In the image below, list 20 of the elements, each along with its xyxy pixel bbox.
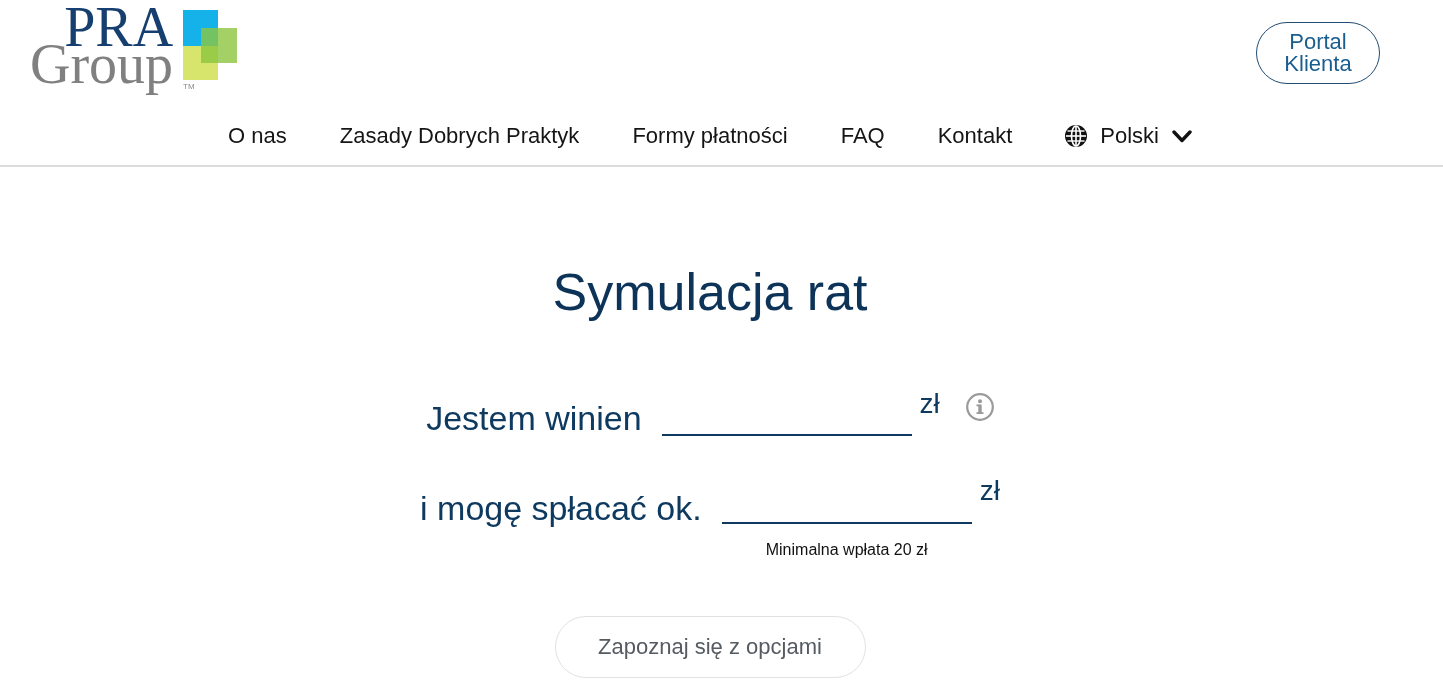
- currency-label: zł: [919, 390, 940, 418]
- field-label: Jestem winien: [426, 398, 642, 438]
- currency-label: zł: [979, 477, 1000, 505]
- logo-text: PRA: [64, 8, 174, 46]
- globe-icon: [1065, 125, 1088, 147]
- nav-link[interactable]: Kontakt: [937, 121, 1013, 151]
- language-dropdown[interactable]: Polski: [1065, 121, 1192, 151]
- nav-link[interactable]: O nas: [228, 121, 287, 151]
- field-label: i mogę spłacać ok.: [420, 488, 702, 528]
- page-title: Symulacja rat: [552, 262, 868, 323]
- portal-button[interactable]: Portal Klienta: [1256, 22, 1380, 84]
- nav-link[interactable]: Formy płatności: [632, 121, 788, 151]
- chevron-down-icon: [1171, 129, 1192, 143]
- nav-link[interactable]: Zasady Dobrych Praktyk: [339, 121, 580, 151]
- options-button[interactable]: Zapoznaj się z opcjami: [554, 616, 866, 678]
- squares-logo-icon: [183, 10, 238, 80]
- hint-text: Minimalna wpłata 20 zł: [765, 540, 928, 560]
- nav-link[interactable]: FAQ: [840, 121, 885, 151]
- logo-text: Group: [30, 46, 174, 95]
- trademark-text: TM: [183, 82, 195, 92]
